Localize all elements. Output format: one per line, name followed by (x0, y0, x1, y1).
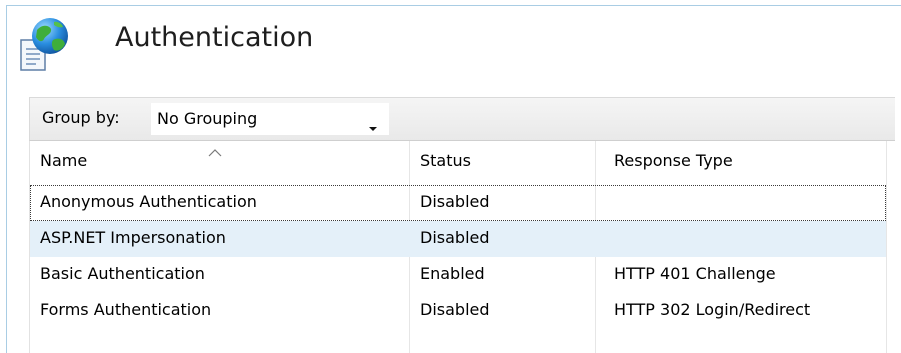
authentication-globe-page-icon (19, 16, 71, 76)
row-name: Basic Authentication (40, 264, 205, 283)
row-status: Enabled (420, 264, 485, 283)
row-status: Disabled (420, 228, 490, 247)
group-by-toolbar: Group by: No Grouping (29, 97, 895, 141)
page-header: Authentication (19, 14, 619, 78)
group-by-label: Group by: (42, 108, 120, 127)
row-status: Disabled (420, 300, 490, 319)
column-header-name[interactable]: Name (40, 151, 87, 170)
list-header: Name Status Response Type (30, 141, 890, 185)
authentication-list: Name Status Response Type Anonymous Auth… (29, 141, 889, 353)
sort-ascending-icon (208, 142, 222, 157)
list-item-anonymous-authentication[interactable]: Anonymous Authentication Disabled (30, 185, 886, 221)
group-by-dropdown[interactable]: No Grouping (151, 103, 389, 135)
list-item-aspnet-impersonation[interactable]: ASP.NET Impersonation Disabled (30, 221, 886, 257)
row-response-type: HTTP 302 Login/Redirect (614, 300, 811, 319)
page-title: Authentication (115, 22, 314, 53)
row-name: Anonymous Authentication (40, 192, 257, 211)
column-header-status[interactable]: Status (420, 151, 471, 170)
list-item-forms-authentication[interactable]: Forms Authentication Disabled HTTP 302 L… (30, 293, 886, 329)
row-response-type: HTTP 401 Challenge (614, 264, 776, 283)
row-status: Disabled (420, 192, 490, 211)
row-name: Forms Authentication (40, 300, 212, 319)
list-item-basic-authentication[interactable]: Basic Authentication Enabled HTTP 401 Ch… (30, 257, 886, 293)
chevron-down-icon (368, 117, 378, 131)
column-header-response-type[interactable]: Response Type (614, 151, 733, 170)
group-by-value: No Grouping (157, 109, 258, 128)
row-name: ASP.NET Impersonation (40, 228, 226, 247)
